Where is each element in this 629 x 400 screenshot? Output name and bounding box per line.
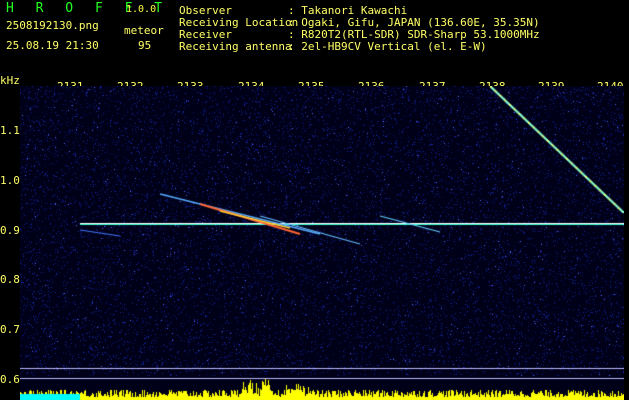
y-tick-label: 1.0 [0,174,20,187]
y-tick-label: 0.8 [0,273,20,286]
detect-count: 95 [138,39,152,52]
y-tick-label: 0.6 [0,373,20,386]
y-tick-label: 0.7 [0,323,20,336]
spectrogram [20,86,624,400]
file-datetime: 25.08.19 21:30 [6,39,99,52]
detect-label: meteor [124,24,164,37]
y-tick-label: 1.1 [0,124,20,137]
y-tick-label: 0.9 [0,224,20,237]
header-panel: H R O F F T 1.0.0 2508192130.png 25.08.1… [0,0,629,78]
file-name: 2508192130.png [6,19,99,32]
antenna-value: : 2el-HB9CV Vertical (el. E-W) [288,40,487,53]
app-version: 1.0.0 [126,4,157,15]
antenna-label: Receiving antenna [179,40,292,53]
y-unit-label: kHz [0,74,20,87]
